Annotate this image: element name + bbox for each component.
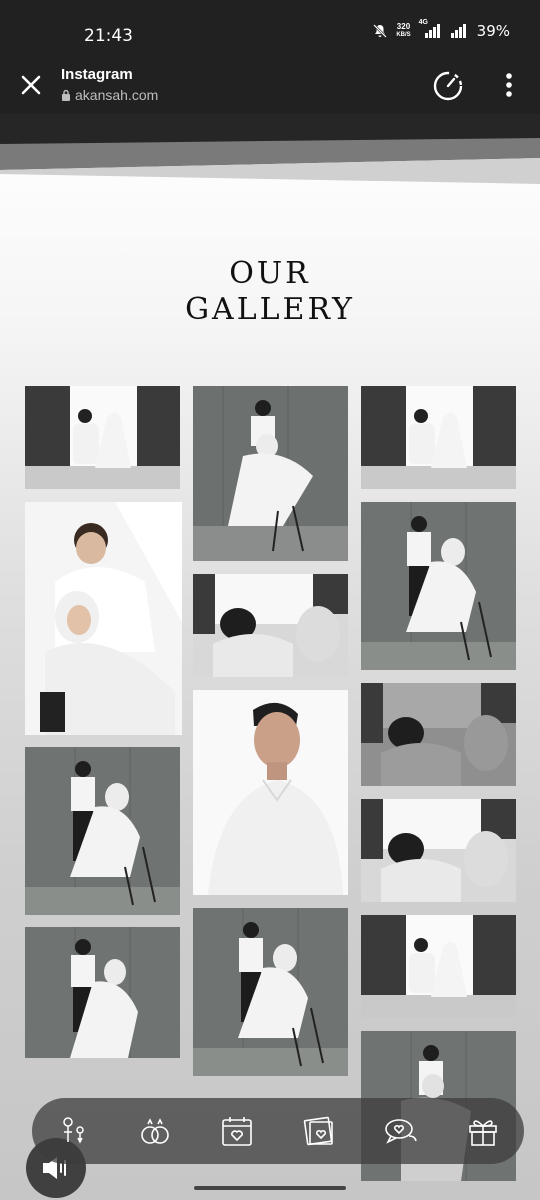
- speed-unit: KB/S: [396, 32, 411, 38]
- couple-closeup-bright-image: [25, 502, 182, 735]
- gallery-title: OUR GALLERY: [0, 256, 540, 328]
- reading-timer-button[interactable]: [430, 68, 466, 104]
- window-couple-image-2: [361, 386, 516, 489]
- gallery-photo[interactable]: [193, 690, 348, 895]
- timer-icon: [433, 71, 463, 101]
- gallery-photo[interactable]: [361, 386, 516, 489]
- gallery-photo[interactable]: [361, 799, 516, 902]
- studio-couple-chair-image: [25, 747, 180, 915]
- status-bar: 21:43 320 KB/S 4G 39%: [0, 0, 540, 60]
- studio-couple-chair-image-4: [193, 908, 348, 1076]
- gallery-photo[interactable]: [361, 502, 516, 670]
- mute-icon: [373, 24, 388, 38]
- url-text: akansah.com: [75, 87, 159, 103]
- more-menu-button[interactable]: [498, 70, 520, 100]
- close-button[interactable]: [18, 72, 44, 98]
- gallery-photo[interactable]: [25, 747, 180, 915]
- battery-level: 39%: [476, 22, 510, 40]
- rings-icon: [141, 1118, 169, 1144]
- couple-closeup-mono-image-3: [361, 799, 516, 902]
- page-url: akansah.com: [61, 87, 158, 103]
- page-content[interactable]: OUR GALLERY: [0, 114, 540, 1200]
- nav-couple[interactable]: [53, 1111, 93, 1151]
- browser-header: Instagram akansah.com: [0, 60, 540, 114]
- gallery-photo[interactable]: [361, 915, 516, 1018]
- photo-icon: [303, 1116, 333, 1146]
- gallery-photo[interactable]: [193, 908, 348, 1076]
- signal-4g: 4G: [419, 19, 441, 39]
- network-speed: 320 KB/S: [396, 22, 410, 40]
- signal-icon-2: [450, 24, 466, 38]
- gallery-photo[interactable]: [25, 386, 180, 489]
- nav-calendar[interactable]: [217, 1111, 257, 1151]
- lock-icon: [62, 89, 70, 101]
- gallery-photo[interactable]: [25, 927, 180, 1058]
- couple-closeup-mono-image: [193, 574, 348, 677]
- speed-value: 320: [396, 22, 411, 31]
- window-couple-image: [25, 386, 180, 489]
- status-icons: 320 KB/S 4G 39%: [372, 19, 510, 40]
- signal-icon: [424, 24, 440, 38]
- gallery-photo[interactable]: [193, 386, 348, 561]
- gift-icon: [469, 1120, 497, 1146]
- studio-couple-chair-image-3: [193, 386, 348, 561]
- nav-gallery[interactable]: [299, 1111, 339, 1151]
- gallery-photo[interactable]: [25, 502, 182, 735]
- close-icon: [21, 75, 41, 95]
- groom-portrait-image: [193, 690, 348, 895]
- page-title: Instagram: [61, 66, 133, 83]
- gesture-bar: [194, 1186, 346, 1190]
- header-band-decoration: [0, 114, 540, 184]
- more-vert-icon: [506, 73, 512, 97]
- bottom-nav: [32, 1098, 524, 1164]
- chat-icon: [385, 1119, 417, 1144]
- nav-rings[interactable]: [135, 1111, 175, 1151]
- gallery-photo[interactable]: [361, 683, 516, 786]
- gallery-title-line2: GALLERY: [185, 292, 355, 327]
- couple-icon: [63, 1117, 84, 1144]
- gallery-photo[interactable]: [193, 574, 348, 677]
- nav-gift[interactable]: [463, 1111, 503, 1151]
- status-time: 21:43: [84, 26, 133, 46]
- window-couple-image-3: [361, 915, 516, 1018]
- couple-closeup-mono-image-2: [361, 683, 516, 786]
- nav-wishes[interactable]: [381, 1111, 421, 1151]
- gallery-title-line1: OUR: [229, 256, 311, 291]
- studio-couple-chair-image-2: [25, 927, 180, 1058]
- studio-couple-chair-image-5: [361, 502, 516, 670]
- calendar-icon: [222, 1117, 252, 1146]
